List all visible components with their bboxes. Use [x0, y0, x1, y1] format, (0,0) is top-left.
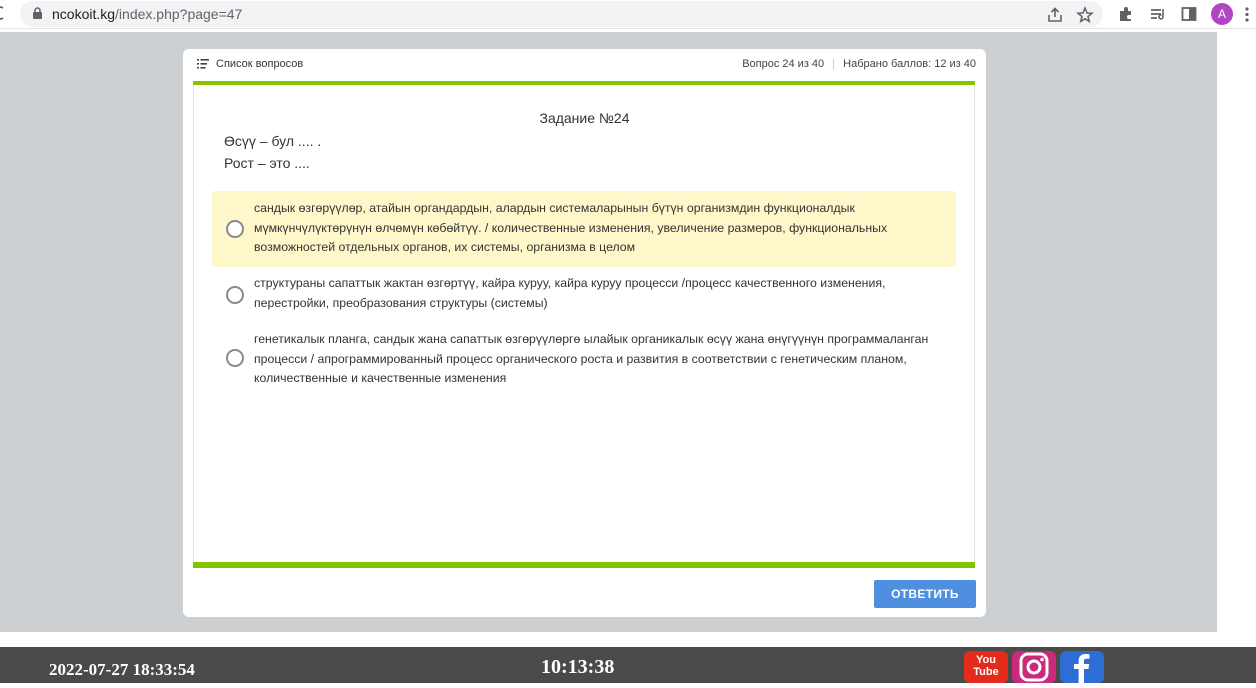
reload-icon[interactable] [0, 6, 6, 20]
answer-option-1[interactable]: сандык өзгөрүүлөр, атайын органдардын, а… [212, 191, 956, 267]
task-title: Задание №24 [539, 110, 630, 126]
content-top-border [193, 81, 975, 85]
content-left-border [193, 85, 194, 562]
question-text-kyrgyz: Өсүү – бул .... . [224, 133, 322, 149]
content-bottom-border [193, 562, 975, 568]
reading-list-icon[interactable] [1149, 5, 1167, 23]
score-counter: Набрано баллов: 12 из 40 [843, 58, 976, 70]
radio-button[interactable] [226, 220, 244, 238]
quiz-header: Список вопросов Вопрос 24 из 40 Набрано … [183, 49, 986, 79]
url-text[interactable]: ncokoit.kg/index.php?page=47 [52, 6, 242, 22]
instagram-glyph [1019, 652, 1049, 682]
timer-display: 10:13:38 [541, 656, 615, 678]
radio-button[interactable] [226, 286, 244, 304]
extensions-icon[interactable] [1117, 5, 1135, 23]
answer-option-3[interactable]: генетикалык планга, сандык жана сапаттык… [212, 330, 956, 394]
side-panel-icon[interactable] [1180, 5, 1198, 23]
question-text-russian: Рост – это .... [224, 155, 310, 171]
question-list-label: Список вопросов [216, 58, 304, 70]
browser-toolbar: ncokoit.kg/index.php?page=47 A [0, 0, 1256, 29]
instagram-icon[interactable] [1012, 651, 1056, 683]
quiz-status: Вопрос 24 из 40 Набрано баллов: 12 из 40 [742, 58, 976, 70]
quiz-card: Список вопросов Вопрос 24 из 40 Набрано … [183, 49, 986, 617]
youtube-logo-text: You Tube [973, 654, 999, 678]
answer-text: структураны сапаттык жактан өзгөртүү, ка… [254, 276, 886, 310]
star-icon[interactable] [1076, 6, 1094, 24]
question-list-toggle[interactable]: Список вопросов [197, 58, 303, 70]
bottom-taskbar: 2022-07-27 18:33:54 10:13:38 You Tube [0, 647, 1256, 683]
menu-icon[interactable] [1245, 7, 1249, 22]
list-icon [197, 59, 209, 69]
submit-answer-button[interactable]: ОТВЕТИТЬ [874, 580, 976, 608]
youtube-icon[interactable]: You Tube [964, 651, 1008, 683]
facebook-glyph [1074, 654, 1090, 683]
date-time-display: 2022-07-27 18:33:54 [49, 660, 195, 679]
url-host: ncokoit.kg [52, 6, 116, 22]
lock-icon[interactable] [32, 7, 43, 20]
answer-text: сандык өзгөрүүлөр, атайын органдардын, а… [254, 201, 888, 254]
question-progress: Вопрос 24 из 40 [742, 58, 825, 70]
url-path: /index.php?page=47 [115, 6, 243, 22]
facebook-icon[interactable] [1060, 651, 1104, 683]
content-right-border [974, 85, 975, 562]
profile-avatar[interactable]: A [1211, 3, 1233, 25]
answer-option-2[interactable]: структураны сапаттык жактан өзгөртүү, ка… [212, 274, 956, 318]
address-bar[interactable]: ncokoit.kg/index.php?page=47 [20, 1, 1103, 27]
share-icon[interactable] [1046, 6, 1064, 24]
divider [833, 58, 835, 70]
radio-button[interactable] [226, 349, 244, 367]
answer-text: генетикалык планга, сандык жана сапаттык… [254, 332, 929, 385]
